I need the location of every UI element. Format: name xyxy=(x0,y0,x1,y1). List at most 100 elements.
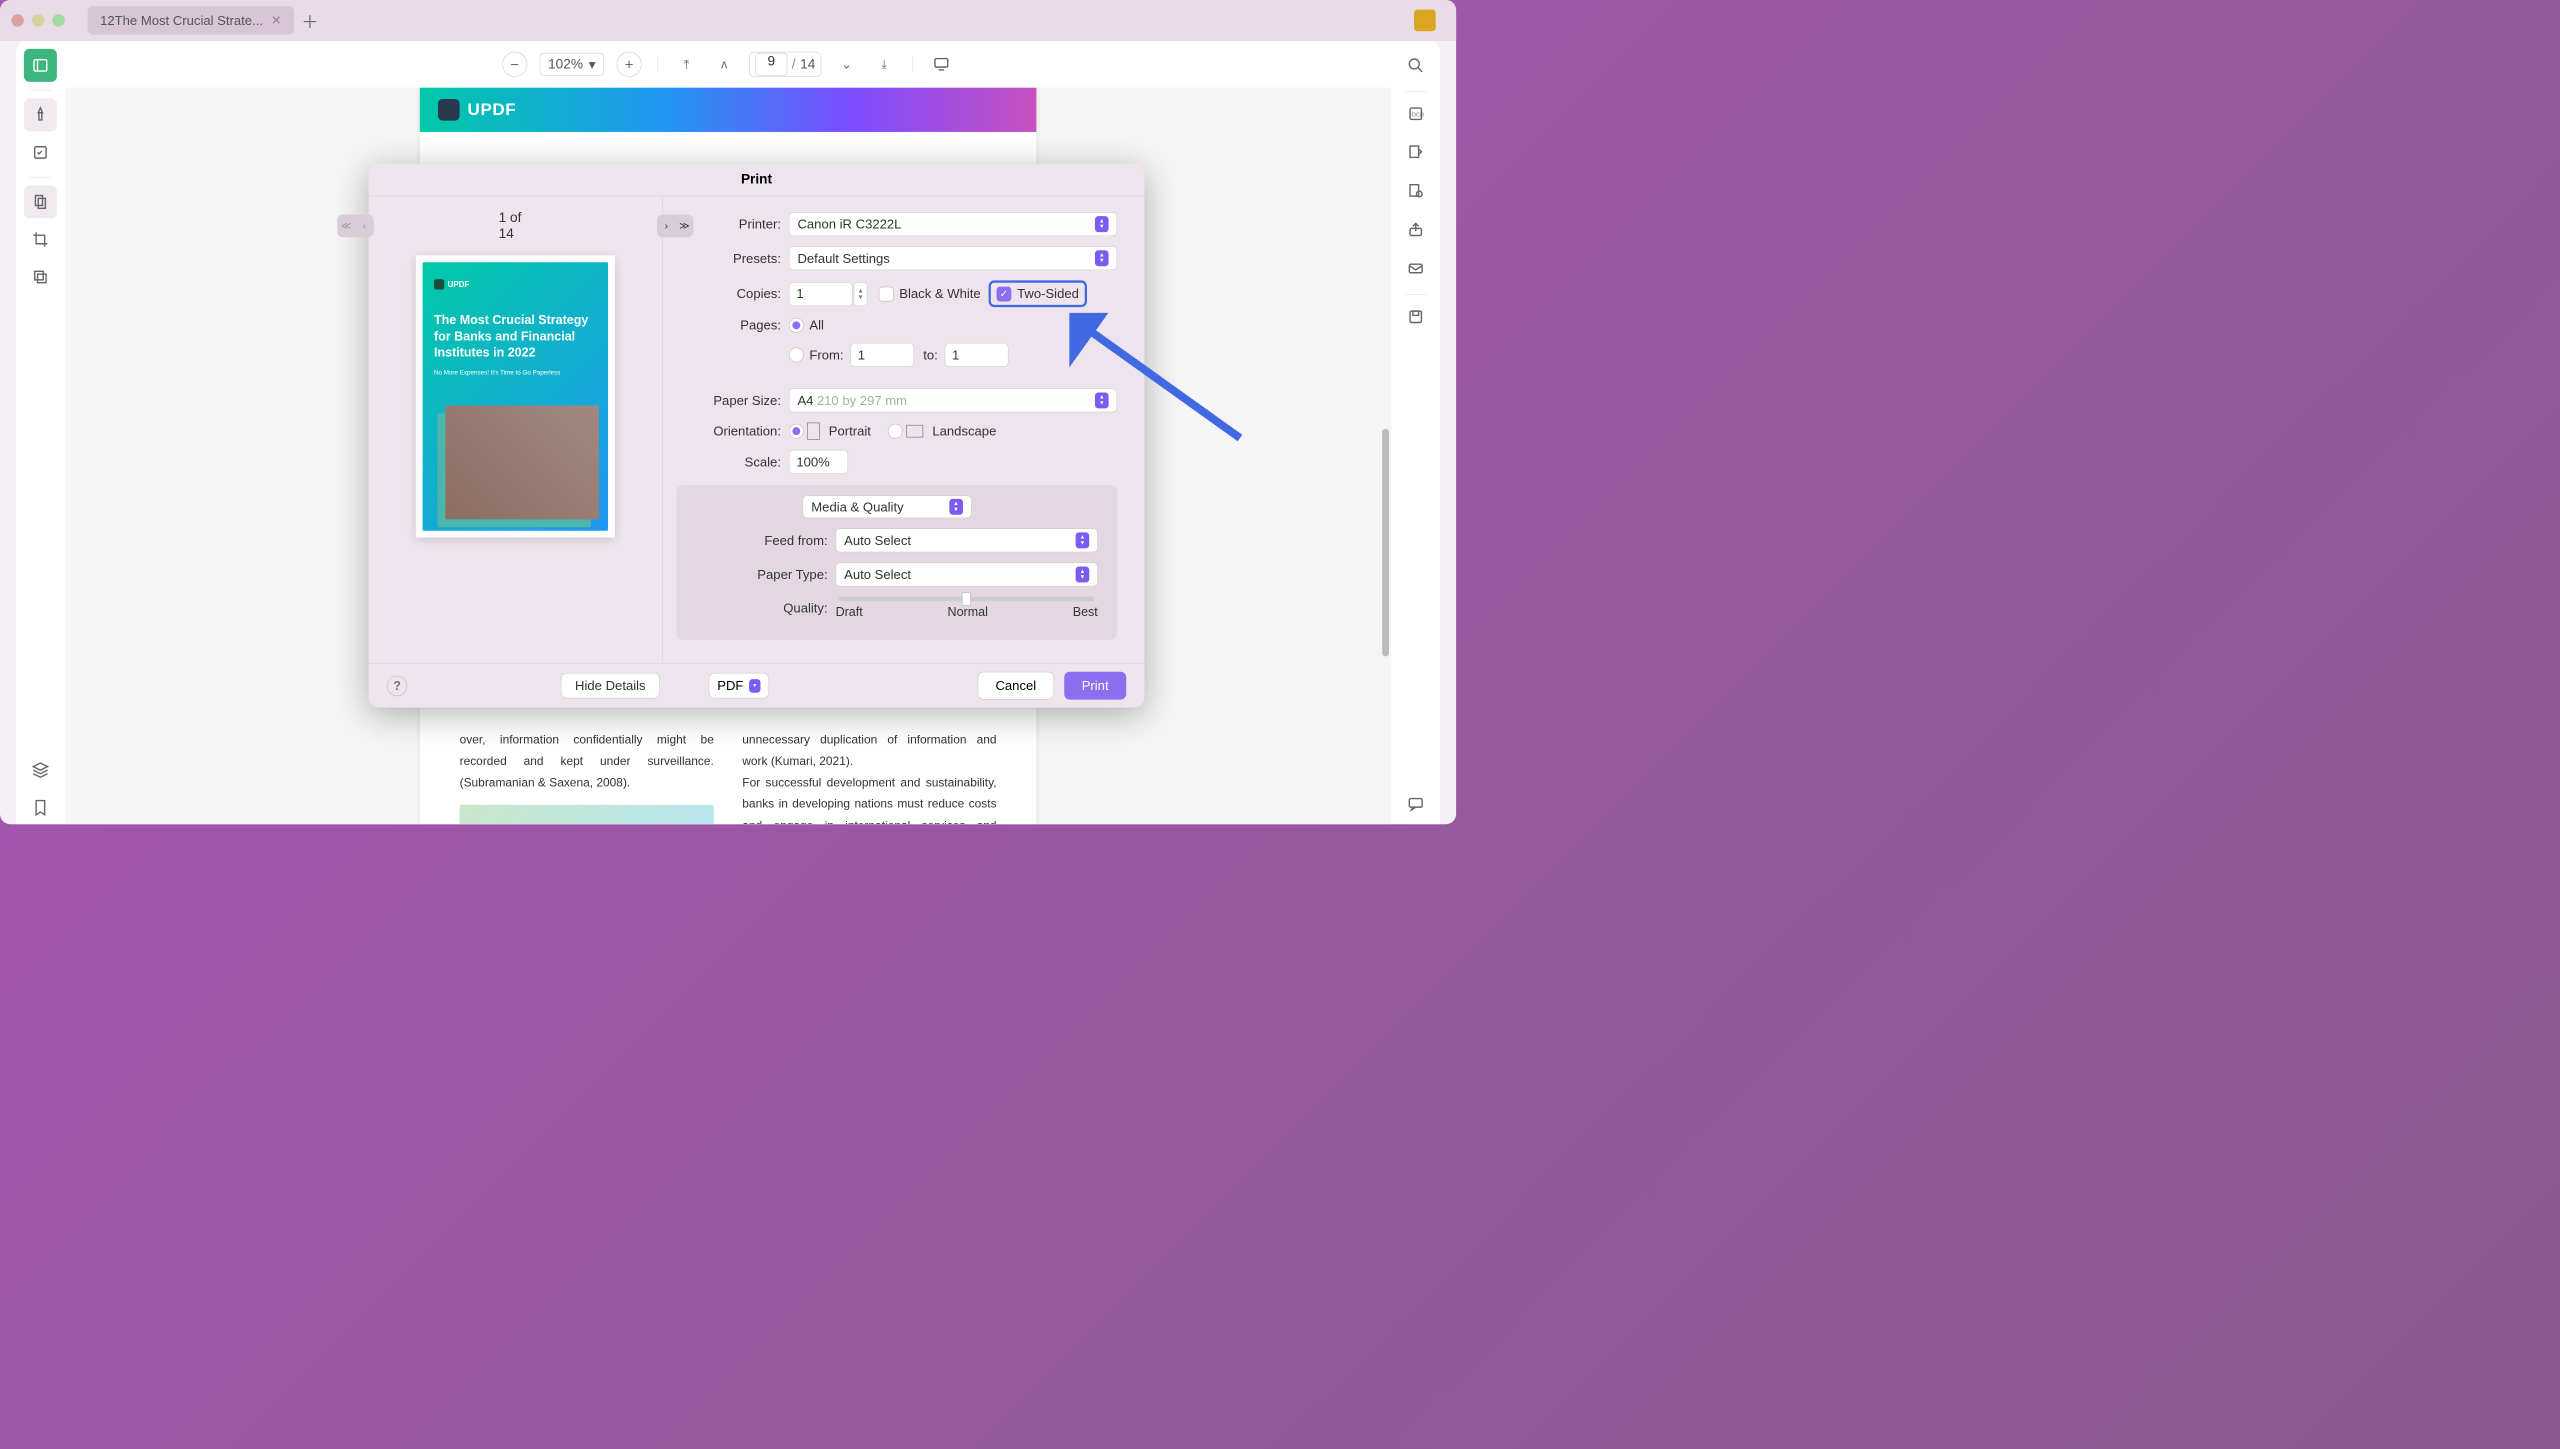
dialog-footer: ? Hide Details PDF▼ Cancel Print xyxy=(369,663,1145,707)
two-sided-label: Two-Sided xyxy=(1017,286,1079,301)
feed-select[interactable]: Auto Select▲▼ xyxy=(836,528,1098,552)
print-settings-panel: Printer: Canon iR C3222L▲▼ Presets: Defa… xyxy=(662,196,1144,663)
papersize-select[interactable]: A4210 by 297 mm▲▼ xyxy=(789,388,1117,412)
edit-text-icon[interactable] xyxy=(24,136,57,169)
copies-input[interactable]: 1 xyxy=(789,282,853,306)
save-icon[interactable] xyxy=(1399,300,1432,333)
convert-icon[interactable] xyxy=(1399,136,1432,169)
quality-label: Quality: xyxy=(676,600,835,615)
protect-icon[interactable] xyxy=(1399,175,1432,208)
pages-to-label: to: xyxy=(923,347,938,362)
close-tab-icon[interactable]: ✕ xyxy=(271,13,281,28)
landscape-icon xyxy=(906,425,923,438)
bw-label: Black & White xyxy=(899,286,980,301)
dialog-title: Print xyxy=(369,164,1145,196)
doc-text: unnecessary duplication of information a… xyxy=(742,729,996,772)
pages-to-input[interactable]: 1 xyxy=(945,343,1009,367)
zoom-in-button[interactable]: + xyxy=(617,52,642,77)
email-icon[interactable] xyxy=(1399,252,1432,285)
crop-icon[interactable] xyxy=(24,223,57,256)
portrait-label: Portrait xyxy=(829,423,871,438)
tab-title: 12The Most Crucial Strate... xyxy=(100,13,263,28)
presets-select[interactable]: Default Settings▲▼ xyxy=(789,246,1117,270)
copies-label: Copies: xyxy=(676,286,789,301)
stack-icon[interactable] xyxy=(24,261,57,294)
papersize-label: Paper Size: xyxy=(676,393,789,408)
bw-checkbox[interactable] xyxy=(879,286,894,301)
titlebar: 12The Most Crucial Strate... ✕ ＋ xyxy=(0,0,1456,41)
print-button[interactable]: Print xyxy=(1064,672,1126,700)
add-tab-button[interactable]: ＋ xyxy=(298,9,321,32)
papertype-select[interactable]: Auto Select▲▼ xyxy=(836,563,1098,587)
doc-text: over, information confidentially might b… xyxy=(460,729,714,793)
doc-image xyxy=(460,805,714,824)
quality-draft: Draft xyxy=(836,605,863,620)
zoom-select[interactable]: 102%▾ xyxy=(540,53,605,76)
present-icon[interactable] xyxy=(929,52,954,77)
pages-from-input[interactable]: 1 xyxy=(850,343,914,367)
quality-normal: Normal xyxy=(948,605,988,620)
preview-first-button[interactable]: ≪ xyxy=(337,214,355,237)
search-icon[interactable] xyxy=(1399,49,1432,82)
presets-label: Presets: xyxy=(676,251,789,266)
minimize-window-button[interactable] xyxy=(32,14,45,27)
prev-page-icon[interactable]: ʌ xyxy=(712,52,737,77)
pages-all-radio[interactable] xyxy=(789,318,804,333)
share-icon[interactable] xyxy=(1399,213,1432,246)
section-select[interactable]: Media & Quality▲▼ xyxy=(803,495,972,518)
page-input[interactable]: 9 xyxy=(755,53,787,76)
portrait-radio[interactable] xyxy=(789,424,804,439)
thumbnails-icon[interactable] xyxy=(24,49,57,82)
next-page-icon[interactable]: ⌄ xyxy=(834,52,859,77)
print-preview-panel: ≪ ‹ 1 of 14 › ≫ UPDF The Most Crucial St… xyxy=(369,196,663,663)
svg-text:OCR: OCR xyxy=(1411,113,1424,119)
doc-logo-icon xyxy=(438,99,460,121)
organize-pages-icon[interactable] xyxy=(24,185,57,218)
pages-label: Pages: xyxy=(676,317,789,332)
orientation-label: Orientation: xyxy=(676,423,789,438)
layers-icon[interactable] xyxy=(24,754,57,787)
close-window-button[interactable] xyxy=(11,14,24,27)
vertical-scrollbar[interactable] xyxy=(1380,173,1391,824)
cancel-button[interactable]: Cancel xyxy=(978,672,1054,700)
last-page-icon[interactable]: ⤓ xyxy=(872,52,897,77)
scale-label: Scale: xyxy=(676,454,789,469)
window-controls xyxy=(11,14,64,27)
media-quality-section: Media & Quality▲▼ Feed from: Auto Select… xyxy=(676,485,1117,640)
scale-input[interactable]: 100% xyxy=(789,450,848,474)
landscape-radio[interactable] xyxy=(888,424,903,439)
printer-select[interactable]: Canon iR C3222L▲▼ xyxy=(789,212,1117,236)
doc-brand: UPDF xyxy=(468,100,517,119)
highlighter-icon[interactable] xyxy=(24,98,57,131)
feed-label: Feed from: xyxy=(676,533,835,548)
quality-slider[interactable] xyxy=(839,597,1094,602)
portrait-icon xyxy=(807,423,820,440)
two-sided-checkbox[interactable]: ✓ xyxy=(997,286,1012,301)
zoom-out-button[interactable]: − xyxy=(502,52,527,77)
thumb-title: The Most Crucial Strategy for Banks and … xyxy=(434,312,597,361)
pdf-dropdown-button[interactable]: PDF▼ xyxy=(709,673,769,699)
thumb-subtitle: No More Expenses! It's Time to Go Paperl… xyxy=(434,369,597,376)
help-button[interactable]: ? xyxy=(387,675,407,695)
document-tab[interactable]: 12The Most Crucial Strate... ✕ xyxy=(88,6,294,34)
first-page-icon[interactable]: ⤒ xyxy=(674,52,699,77)
two-sided-highlight: ✓ Two-Sided xyxy=(989,280,1087,307)
preview-prev-button[interactable]: ‹ xyxy=(355,214,373,237)
comment-icon[interactable] xyxy=(1399,788,1432,821)
left-sidebar xyxy=(16,41,65,824)
pages-from-radio[interactable] xyxy=(789,348,804,363)
copies-stepper[interactable]: ▲▼ xyxy=(854,282,868,306)
ocr-icon[interactable]: OCR xyxy=(1399,97,1432,130)
hide-details-button[interactable]: Hide Details xyxy=(561,673,660,699)
pages-from-label: From: xyxy=(809,347,843,362)
pages-all-label: All xyxy=(809,317,824,332)
preview-page-info: 1 of 14 xyxy=(499,210,532,242)
doc-text: For successful development and sustainab… xyxy=(742,772,996,824)
maximize-window-button[interactable] xyxy=(52,14,65,27)
page-separator: / xyxy=(792,56,796,72)
papertype-label: Paper Type: xyxy=(676,567,835,582)
toolbar: − 102%▾ + ⤒ ʌ 9 / 14 ⌄ ⤓ xyxy=(65,41,1391,88)
doc-header: UPDF xyxy=(420,88,1037,132)
page-total: 14 xyxy=(800,56,815,72)
bookmark-icon[interactable] xyxy=(24,791,57,824)
